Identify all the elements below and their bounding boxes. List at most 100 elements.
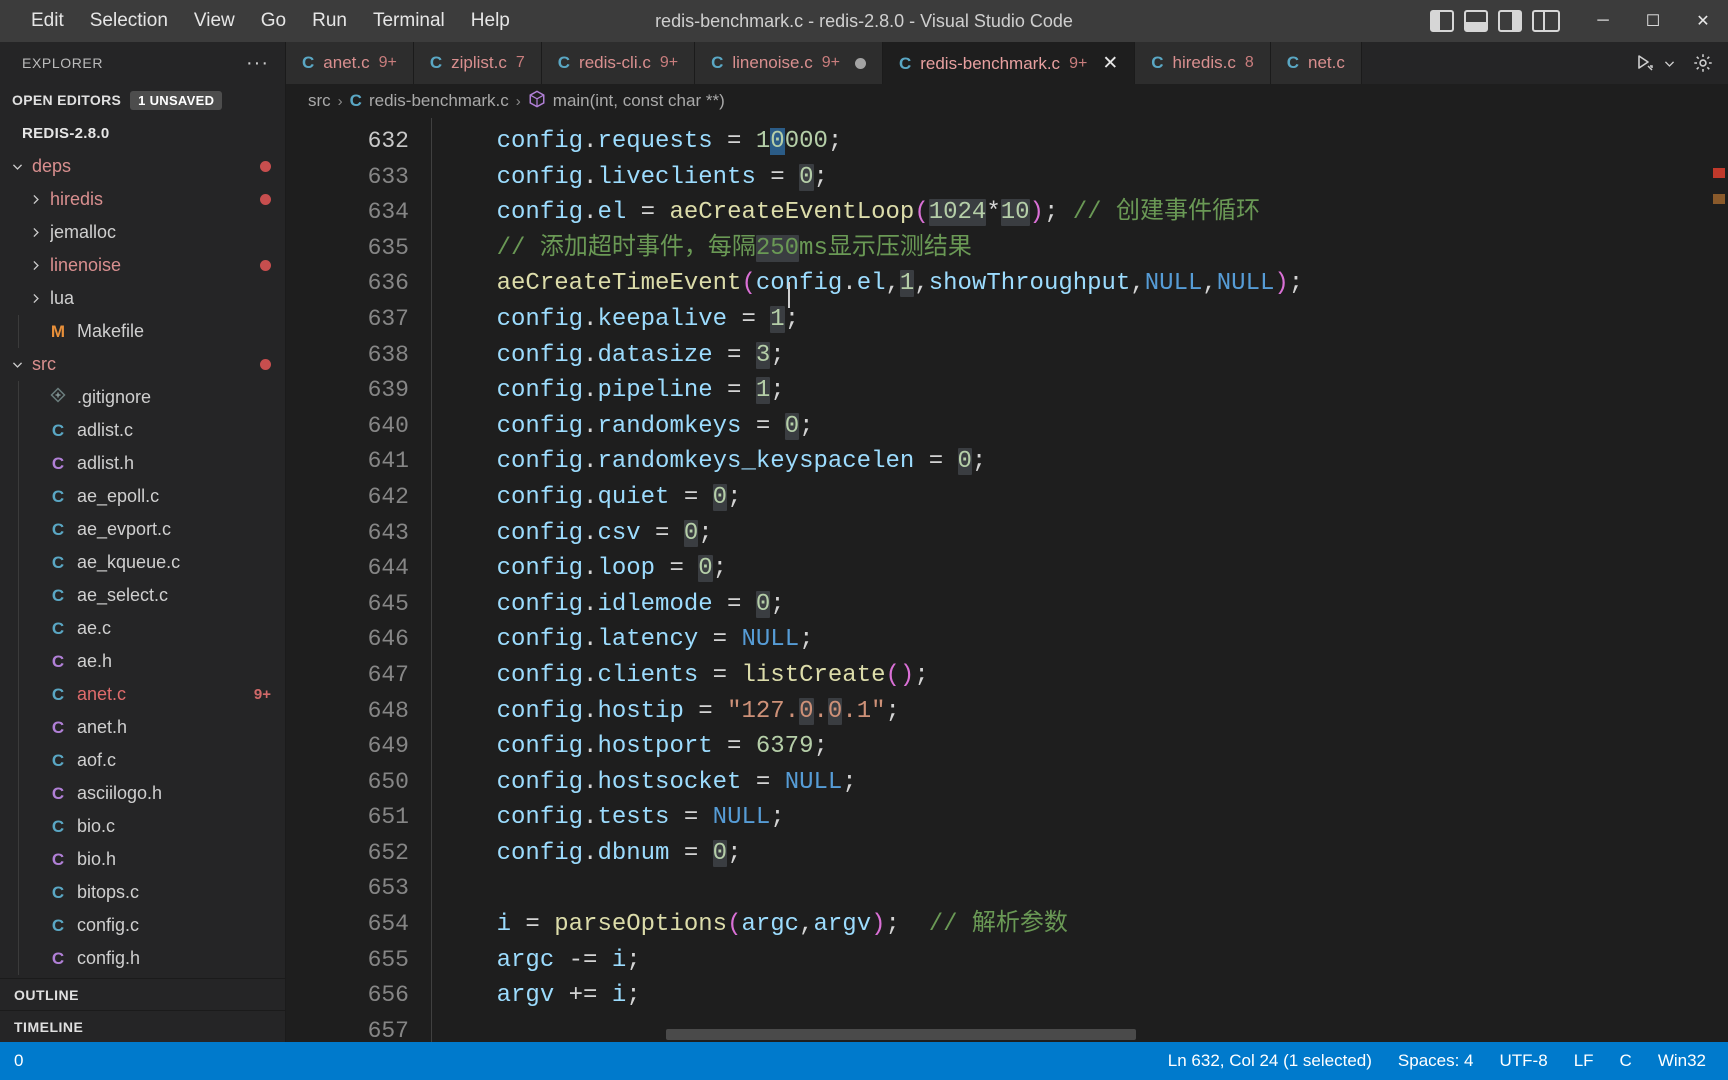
code-line[interactable]: config.el = aeCreateEventLoop(1024*10); … <box>439 195 1728 231</box>
tree-item-makefile[interactable]: M Makefile <box>0 315 285 348</box>
maximize-button[interactable]: ☐ <box>1628 0 1678 42</box>
code-line[interactable]: argv += i; <box>439 978 1728 1014</box>
code-line[interactable]: config.latency = NULL; <box>439 622 1728 658</box>
code-line[interactable]: config.idlemode = 0; <box>439 587 1728 623</box>
code-line[interactable]: config.keepalive = 1; <box>439 302 1728 338</box>
menu-item-edit[interactable]: Edit <box>18 5 77 37</box>
tree-item--gitignore[interactable]: .gitignore <box>0 381 285 414</box>
status-language-mode[interactable]: C <box>1620 1051 1632 1071</box>
tree-item-ae-kqueue-c[interactable]: Cae_kqueue.c <box>0 546 285 579</box>
tree-item-hiredis[interactable]: hiredis <box>0 183 285 216</box>
status-cursor-position[interactable]: Ln 632, Col 24 (1 selected) <box>1168 1051 1372 1071</box>
status-eol[interactable]: LF <box>1574 1051 1594 1071</box>
chevron-right-icon[interactable] <box>24 193 46 206</box>
code-line[interactable]: i = parseOptions(argc,argv); // 解析参数 <box>439 907 1728 943</box>
tree-item-ae-h[interactable]: Cae.h <box>0 645 285 678</box>
open-editors-section[interactable]: OPEN EDITORS 1 UNSAVED <box>0 84 285 116</box>
customize-layout-icon[interactable] <box>1532 10 1560 32</box>
code-line[interactable]: config.liveclients = 0; <box>439 160 1728 196</box>
tree-item-src[interactable]: src <box>0 348 285 381</box>
code-line[interactable]: config.clients = listCreate(); <box>439 658 1728 694</box>
chevron-right-icon[interactable] <box>24 226 46 239</box>
tree-item-adlist-h[interactable]: Cadlist.h <box>0 447 285 480</box>
editor-tab-net-c[interactable]: Cnet.c <box>1270 42 1362 84</box>
status-platform[interactable]: Win32 <box>1658 1051 1706 1071</box>
editor-tab-anet-c[interactable]: Canet.c 9+ <box>286 42 414 84</box>
tree-item-config-c[interactable]: Cconfig.c <box>0 909 285 942</box>
toggle-panel-icon[interactable] <box>1464 10 1488 32</box>
code-editor[interactable]: 632 633 634 635 636 637 638 639 640 641 642 643 644 6… <box>286 118 1728 1042</box>
minimize-button[interactable]: ─ <box>1578 0 1628 42</box>
editor-tab-ziplist-c[interactable]: Cziplist.c 7 <box>413 42 542 84</box>
code-line[interactable]: config.loop = 0; <box>439 551 1728 587</box>
overview-ruler[interactable] <box>1710 118 1728 1042</box>
more-actions-icon[interactable]: ··· <box>246 52 269 75</box>
code-line[interactable]: config.pipeline = 1; <box>439 373 1728 409</box>
code-line[interactable]: config.requests = 10000; <box>439 124 1728 160</box>
tree-item-ae-epoll-c[interactable]: Cae_epoll.c <box>0 480 285 513</box>
source-code[interactable]: config.requests = 10000; config.liveclie… <box>431 118 1728 1042</box>
outline-panel-header[interactable]: OUTLINE <box>0 978 285 1010</box>
status-encoding[interactable]: UTF-8 <box>1500 1051 1548 1071</box>
tree-item-bio-c[interactable]: Cbio.c <box>0 810 285 843</box>
editor-tab-hiredis-c[interactable]: Chiredis.c 8 <box>1135 42 1271 84</box>
code-line[interactable]: config.hostport = 6379; <box>439 729 1728 765</box>
code-line[interactable]: // 添加超时事件，每隔250ms显示压测结果 <box>439 231 1728 267</box>
tree-item-anet-c[interactable]: Canet.c 9+ <box>0 678 285 711</box>
menu-item-selection[interactable]: Selection <box>77 5 181 37</box>
breadcrumb-folder[interactable]: src <box>308 91 331 111</box>
code-line[interactable]: config.randomkeys = 0; <box>439 409 1728 445</box>
chevron-right-icon[interactable] <box>24 259 46 272</box>
menu-item-run[interactable]: Run <box>299 5 360 37</box>
code-line[interactable]: config.quiet = 0; <box>439 480 1728 516</box>
code-line[interactable]: config.hostsocket = NULL; <box>439 765 1728 801</box>
breadcrumb-symbol[interactable]: main(int, const char **) <box>553 91 725 111</box>
close-button[interactable]: ✕ <box>1678 0 1728 42</box>
code-line[interactable]: config.csv = 0; <box>439 516 1728 552</box>
chevron-down-icon[interactable] <box>1663 57 1676 70</box>
code-line[interactable]: config.randomkeys_keyspacelen = 0; <box>439 444 1728 480</box>
toggle-primary-sidebar-icon[interactable] <box>1430 10 1454 32</box>
menu-item-help[interactable]: Help <box>458 5 523 37</box>
tree-item-deps[interactable]: deps <box>0 150 285 183</box>
tree-item-bio-h[interactable]: Cbio.h <box>0 843 285 876</box>
code-content-area[interactable]: config.requests = 10000; config.liveclie… <box>431 118 1728 1042</box>
tree-item-jemalloc[interactable]: jemalloc <box>0 216 285 249</box>
menu-item-go[interactable]: Go <box>248 5 299 37</box>
code-line[interactable]: config.datasize = 3; <box>439 338 1728 374</box>
status-indentation[interactable]: Spaces: 4 <box>1398 1051 1474 1071</box>
code-line[interactable]: config.dbnum = 0; <box>439 836 1728 872</box>
code-line[interactable]: config.tests = NULL; <box>439 800 1728 836</box>
tree-item-aof-c[interactable]: Caof.c <box>0 744 285 777</box>
horizontal-scrollbar[interactable] <box>666 1029 1136 1040</box>
editor-tab-linenoise-c[interactable]: Clinenoise.c 9+ <box>695 42 883 84</box>
tree-item-ae-select-c[interactable]: Cae_select.c <box>0 579 285 612</box>
settings-gear-icon[interactable] <box>1692 52 1714 74</box>
tree-item-asciilogo-h[interactable]: Casciilogo.h <box>0 777 285 810</box>
code-line[interactable]: config.hostip = "127.0.0.1"; <box>439 694 1728 730</box>
tree-item-linenoise[interactable]: linenoise <box>0 249 285 282</box>
tab-dirty-indicator-icon[interactable] <box>854 57 866 69</box>
code-line[interactable] <box>439 871 1728 907</box>
tree-item-bitops-c[interactable]: Cbitops.c <box>0 876 285 909</box>
file-tree[interactable]: deps hiredis jemalloc linenoise lua M Makefile… <box>0 150 285 978</box>
tree-item-config-h[interactable]: Cconfig.h <box>0 942 285 975</box>
code-line[interactable]: argc -= i; <box>439 943 1728 979</box>
tree-item-lua[interactable]: lua <box>0 282 285 315</box>
status-problems-count[interactable]: 0 <box>14 1051 23 1071</box>
toggle-secondary-sidebar-icon[interactable] <box>1498 10 1522 32</box>
editor-tab-redis-benchmark-c[interactable]: Credis-benchmark.c 9+ ✕ <box>882 42 1136 84</box>
tree-item-ae-c[interactable]: Cae.c <box>0 612 285 645</box>
project-root-label[interactable]: REDIS-2.8.0 <box>0 116 285 150</box>
chevron-right-icon[interactable] <box>24 292 46 305</box>
menu-item-terminal[interactable]: Terminal <box>360 5 458 37</box>
tab-close-icon[interactable]: ✕ <box>1102 54 1118 73</box>
chevron-down-icon[interactable] <box>6 160 28 173</box>
tree-item-anet-h[interactable]: Canet.h <box>0 711 285 744</box>
tree-item-adlist-c[interactable]: Cadlist.c <box>0 414 285 447</box>
editor-tab-redis-cli-c[interactable]: Credis-cli.c 9+ <box>541 42 696 84</box>
tree-item-ae-evport-c[interactable]: Cae_evport.c <box>0 513 285 546</box>
code-line[interactable]: aeCreateTimeEvent(config.el,1,showThroug… <box>439 266 1728 302</box>
menu-item-view[interactable]: View <box>181 5 248 37</box>
chevron-down-icon[interactable] <box>6 358 28 371</box>
